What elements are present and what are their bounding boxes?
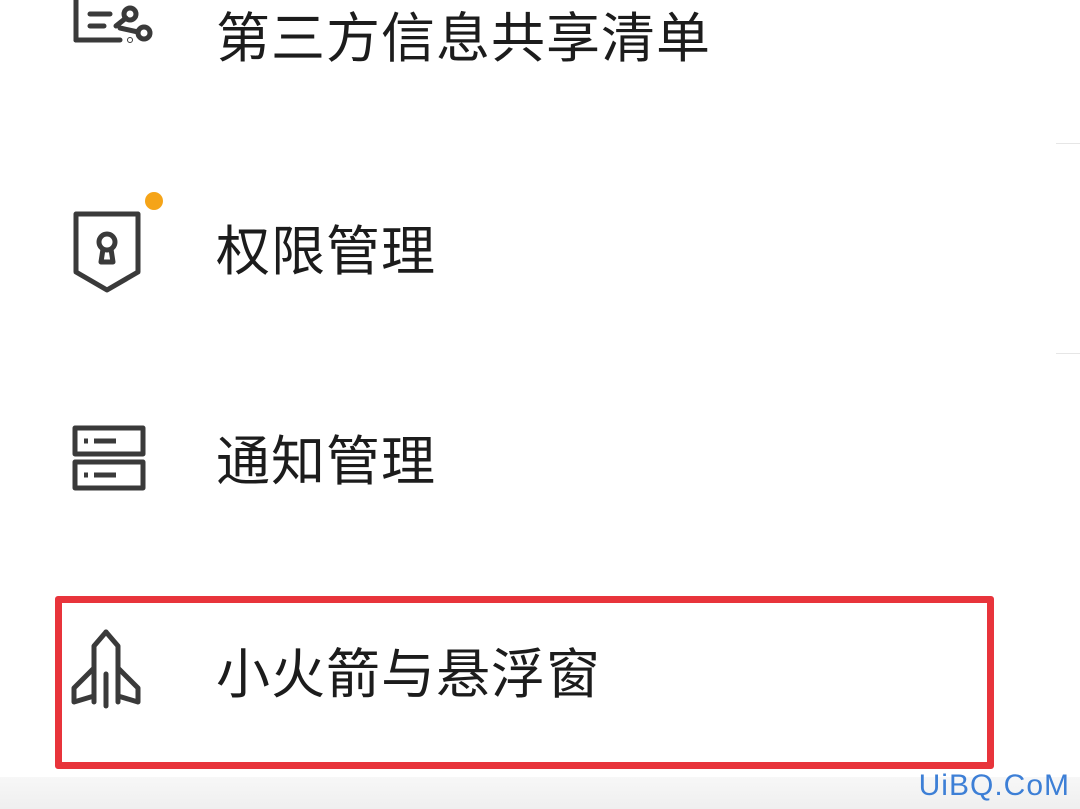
menu-item-label: 第三方信息共享清单	[216, 7, 711, 70]
new-badge-dot	[145, 192, 163, 210]
document-share-icon	[68, 0, 158, 90]
menu-item-label: 权限管理	[216, 220, 436, 283]
notification-list-icon	[68, 420, 158, 510]
menu-item-third-party-sharing[interactable]: 第三方信息共享清单	[0, 0, 1080, 120]
watermark: UiBQ.CoM	[918, 769, 1070, 802]
shield-lock-icon	[68, 206, 158, 296]
highlight-box	[55, 596, 994, 769]
menu-item-permissions[interactable]: 权限管理	[0, 170, 1080, 330]
settings-page: 第三方信息共享清单 权限管理 通知管理 小火箭与悬浮窗 UiBQ.CoM	[0, 0, 1080, 809]
menu-item-notifications[interactable]: 通知管理	[0, 380, 1080, 540]
divider	[1056, 353, 1080, 354]
menu-item-label: 通知管理	[216, 430, 436, 493]
divider	[1056, 143, 1080, 144]
